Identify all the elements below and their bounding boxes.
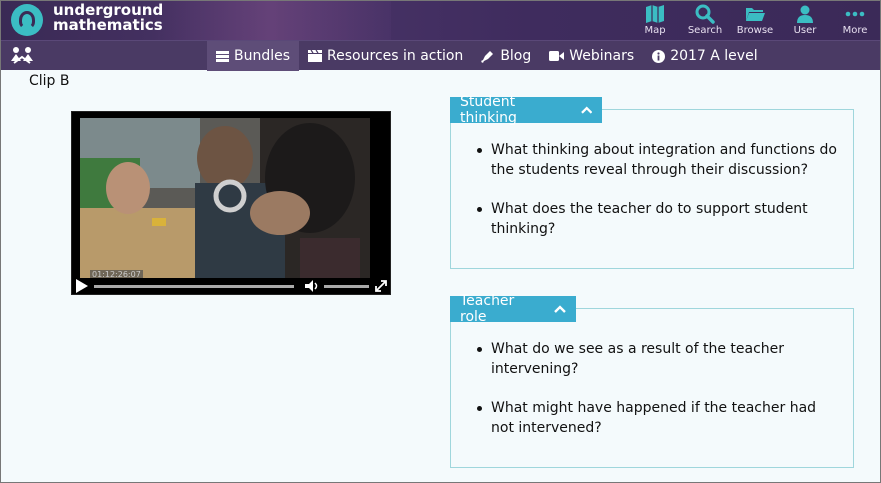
nav-map[interactable]: Map [630,1,680,40]
top-nav: Map Search Browse User More [630,1,880,40]
info-icon [652,49,666,63]
teacher-role-list: What do we see as a result of the teache… [477,339,837,457]
list-item: What might have happened if the teacher … [477,398,837,438]
nav-search-label: Search [687,25,723,36]
tab-2017-a-level-label: 2017 A level [670,48,758,64]
search-icon [695,4,715,24]
tab-bundles-label: Bundles [234,48,291,64]
folder-icon [746,8,765,21]
nav-browse[interactable]: Browse [730,1,780,40]
list-item: What thinking about integration and func… [477,140,837,180]
video-controls [72,278,390,294]
student-thinking-list: What thinking about integration and func… [477,140,837,258]
site-header: underground mathematics Map Search Brows… [1,1,880,40]
nav-user[interactable]: User [780,1,830,40]
chevron-up-icon [580,106,592,114]
tab-blog-label: Blog [500,48,532,64]
teacher-role-panel: What do we see as a result of the teache… [450,308,854,468]
student-thinking-toggle[interactable]: Student thinking [450,94,602,126]
list-item: What do we see as a result of the teache… [477,339,837,379]
video-camera-icon [549,51,565,61]
teacher-role-title: Teacher role [460,293,515,325]
clapper-icon [308,50,323,62]
fullscreen-icon[interactable] [374,279,388,293]
tab-webinars-label: Webinars [569,48,635,64]
nav-map-label: Map [644,25,666,36]
student-thinking-panel: What thinking about integration and func… [450,109,854,269]
more-icon [845,11,865,17]
nav-user-label: User [793,25,817,36]
teacher-role-toggle[interactable]: Teacher role [450,293,576,325]
bundles-icon [216,50,229,62]
tab-2017-a-level[interactable]: 2017 A level [643,41,766,71]
logo-icon[interactable] [11,4,43,36]
tab-blog[interactable]: Blog [472,41,540,71]
header-banner [151,1,391,40]
blog-icon [481,51,494,63]
nav-browse-label: Browse [736,25,774,36]
sub-nav: Bundles Resources in action Blog Webinar… [1,40,880,71]
video-poster [80,118,370,286]
video-player[interactable]: 01:12:26:07 [71,111,391,295]
tab-resources-in-action-label: Resources in action [327,48,464,64]
brand-name[interactable]: underground mathematics [53,3,163,33]
student-thinking-title: Student thinking [460,94,517,126]
nav-more[interactable]: More [830,1,880,40]
community-icon[interactable] [9,45,35,67]
volume-slider[interactable] [324,285,369,288]
tab-bundles[interactable]: Bundles [207,41,300,71]
nav-search[interactable]: Search [680,1,730,40]
volume-icon[interactable] [304,279,320,293]
chevron-up-icon [554,305,566,313]
map-icon [646,5,664,23]
tab-webinars[interactable]: Webinars [540,41,643,71]
list-item: What does the teacher do to support stud… [477,199,837,239]
tab-resources-in-action[interactable]: Resources in action [299,41,472,71]
video-frame[interactable]: 01:12:26:07 [80,118,370,286]
play-icon[interactable] [76,279,88,293]
clip-title: Clip B [29,73,70,89]
user-icon [797,5,813,23]
brand-line-2: mathematics [53,16,163,34]
seek-bar[interactable] [94,285,294,288]
nav-more-label: More [842,25,868,36]
